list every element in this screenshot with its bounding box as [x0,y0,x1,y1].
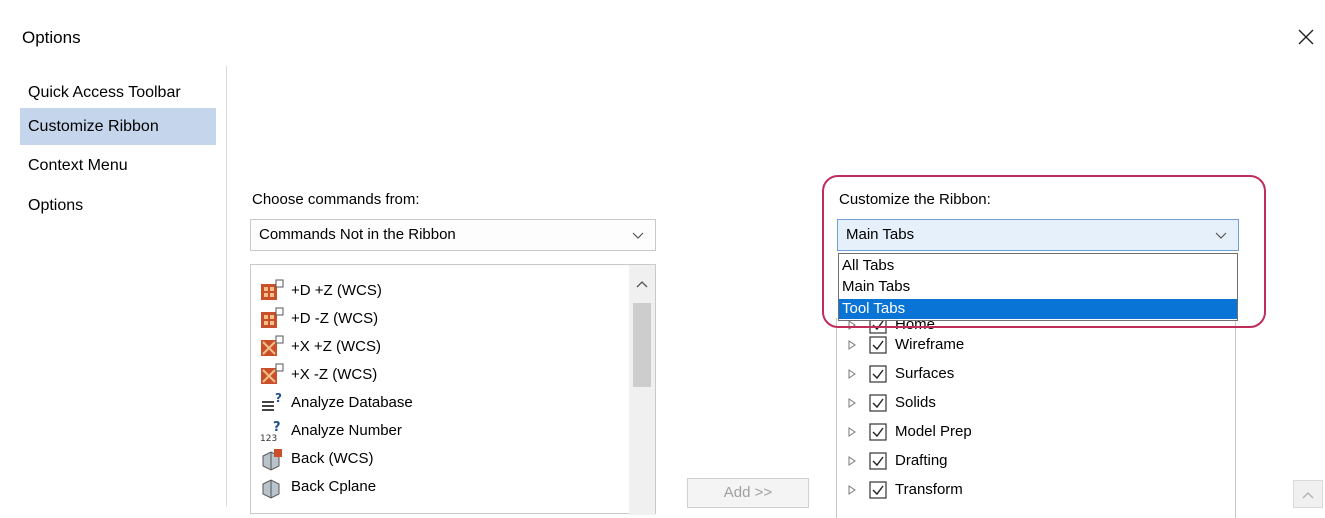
expand-icon[interactable] [847,484,857,495]
list-item[interactable]: +D -Z (WCS) [259,305,378,333]
svg-text:123: 123 [260,434,277,443]
list-item[interactable]: Back Cplane [259,473,376,501]
tree-item-label: Model Prep [895,423,972,440]
nav-item-customize-ribbon[interactable]: Customize Ribbon [20,108,216,145]
checkbox-icon[interactable] [869,422,887,441]
nav-item-label: Context Menu [28,157,128,174]
add-button[interactable]: Add >> [687,478,809,508]
expand-icon[interactable] [847,368,857,379]
title-bar: Options [0,0,1325,72]
expand-icon[interactable] [847,339,857,350]
tree-item-model-prep[interactable]: Model Prep [847,417,972,446]
list-item[interactable]: +X -Z (WCS) [259,361,377,389]
expand-icon[interactable] [847,426,857,437]
nav-item-label: Options [28,197,84,214]
tree-item-surfaces[interactable]: Surfaces [847,359,954,388]
svg-text:?: ? [273,420,281,435]
commands-source-select[interactable]: Commands Not in the Ribbon [250,219,656,251]
list-item-label: +D +Z (WCS) [291,282,382,299]
tree-item-drafting[interactable]: Drafting [847,446,948,475]
nav-item-quick-access-toolbar[interactable]: Quick Access Toolbar [20,74,216,111]
nav-item-label: Customize Ribbon [28,118,159,135]
list-item[interactable]: +D +Z (WCS) [259,277,382,305]
chevron-down-icon [632,232,644,239]
expand-icon[interactable] [847,397,857,408]
checkbox-icon[interactable] [869,364,887,383]
choose-commands-label: Choose commands from: [252,191,420,208]
expand-icon[interactable] [847,455,857,466]
svg-text:?: ? [275,391,282,405]
view-d-minus-z-icon [261,307,284,328]
view-x-plus-z-icon [261,335,284,356]
window-title: Options [22,28,81,47]
chevron-up-icon[interactable] [635,279,649,289]
commands-scrollbar[interactable] [629,265,655,515]
analyze-number-icon: 123 ? [260,420,281,443]
checkbox-icon[interactable] [869,335,887,354]
checkbox-icon[interactable] [869,451,887,470]
tree-item-wireframe[interactable]: Wireframe [847,330,964,359]
list-item-label: +D -Z (WCS) [291,310,379,327]
options-nav: Quick Access Toolbar Customize Ribbon Co… [12,66,227,506]
tree-item-label: Drafting [895,452,948,469]
analyze-database-icon: ? [262,391,282,411]
nav-item-context-menu[interactable]: Context Menu [20,147,216,184]
list-item[interactable]: 123 ? Analyze Number [259,417,402,445]
commands-list[interactable]: +D +Z (WCS) +D -Z (WCS) +X +Z (WCS) +X -… [250,264,656,515]
list-item[interactable]: ? Analyze Database [259,389,413,417]
tree-item-label: Wireframe [895,336,965,353]
checkbox-icon[interactable] [869,480,887,499]
list-item-label: +X +Z (WCS) [291,338,382,355]
list-item-label: Analyze Number [291,422,402,439]
tree-item-solids[interactable]: Solids [847,388,936,417]
list-item-label: Back Cplane [291,478,377,495]
list-item-label: Back (WCS) [291,450,374,467]
close-icon[interactable] [1296,27,1316,47]
scrollbar-thumb[interactable] [633,303,651,387]
view-d-plus-z-icon [261,279,284,300]
commands-source-value: Commands Not in the Ribbon [259,226,456,243]
annotation-highlight [822,175,1266,328]
ribbon-tabs-tree[interactable]: Home Wireframe Surfaces Solids Model Pre… [836,315,1236,518]
list-item[interactable]: Back (WCS) [259,445,374,473]
nav-item-label: Quick Access Toolbar [28,84,181,101]
back-cplane-icon [262,479,280,499]
nav-item-options[interactable]: Options [20,187,216,224]
chevron-up-icon [1302,492,1314,499]
back-view-icon [262,449,282,471]
list-item-label: +X -Z (WCS) [291,366,378,383]
move-up-button[interactable] [1293,480,1323,508]
list-item-label: Analyze Database [291,394,413,411]
tree-item-label: Surfaces [895,365,955,382]
tree-item-label: Solids [895,394,936,411]
list-item[interactable]: +X +Z (WCS) [259,333,381,361]
view-x-minus-z-icon [261,363,284,384]
checkbox-icon[interactable] [869,393,887,412]
